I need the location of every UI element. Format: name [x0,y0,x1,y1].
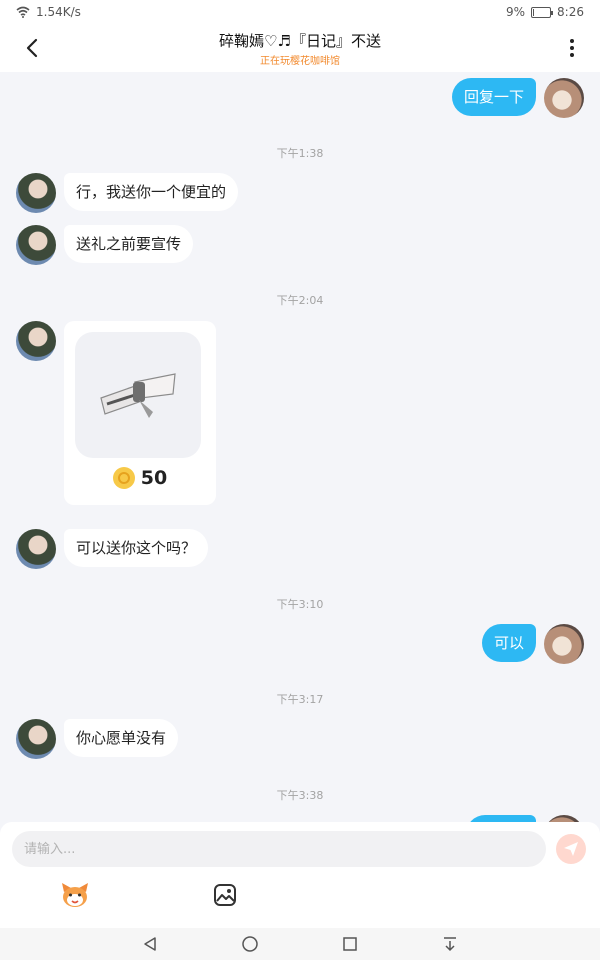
gift-price: 50 [64,467,216,489]
avatar-other[interactable] [16,529,56,569]
message-bubble-other[interactable]: 送礼之前要宣传 [64,225,194,263]
message-bubble-other[interactable]: 可以送你这个吗？ [64,529,209,567]
send-button[interactable] [556,834,586,864]
status-right: 9% 8:26 [506,5,584,19]
nav-back-button[interactable] [140,934,160,954]
avatar-other[interactable] [16,173,56,213]
nav-back-icon [144,937,156,951]
message-bubble-self-partial[interactable] [466,815,536,822]
message-bubble-self[interactable]: 回复一下 [451,78,536,116]
more-vertical-icon [570,39,574,43]
title-block: 碎鞠嫣♡♬『日记』不送 正在玩樱花咖啡馆 [219,30,381,67]
chevron-left-icon [26,38,38,58]
timestamp: 下午3:17 [276,693,324,706]
timestamp: 下午2:04 [276,294,324,307]
timestamp: 下午3:10 [276,598,324,611]
avatar-self[interactable] [544,624,584,664]
message-list[interactable]: 回复一下 下午1:38 行，我送你一个便宜的 送礼之前要宣传 下午2:04 50 [0,72,600,822]
message-bubble-other[interactable]: 行，我送你一个便宜的 [64,173,239,211]
coin-icon [112,467,135,489]
battery-percent: 9% [506,5,526,19]
wifi-icon [16,6,30,18]
chat-header: 碎鞠嫣♡♬『日记』不送 正在玩樱花咖啡馆 [0,24,600,72]
chat-subtitle: 正在玩樱花咖啡馆 [260,55,340,67]
timestamp: 下午3:38 [276,789,324,802]
chat-screen: 1.54K/s 9% 8:26 碎鞠嫣♡♬『日记』不送 正在玩樱花咖啡馆 回复一… [0,0,600,960]
gift-image [75,332,201,458]
avatar-other[interactable] [16,321,56,361]
message-bubble-self[interactable]: 可以 [481,624,536,662]
timestamp: 下午1:38 [276,147,324,160]
avatar-self[interactable] [544,78,584,118]
emoji-button[interactable] [60,880,90,910]
nav-notification-button[interactable] [440,934,460,954]
avatar-self[interactable] [544,815,584,822]
emoji-mascot-icon [62,883,88,907]
clock: 8:26 [557,5,584,19]
battery-fill [533,8,535,16]
gift-card[interactable]: 50 [64,321,216,505]
more-dot [570,46,574,50]
more-button[interactable] [558,34,586,62]
message-bubble-other[interactable]: 你心愿单没有 [64,719,179,757]
nav-recent-icon [343,937,357,951]
system-nav-bar [0,928,600,960]
nav-pulldown-icon [444,937,456,952]
gift-price-value: 50 [140,467,168,489]
send-icon [564,842,578,856]
status-left: 1.54K/s [16,5,81,19]
status-bar: 1.54K/s 9% 8:26 [0,0,600,24]
chat-title: 碎鞠嫣♡♬『日记』不送 [219,31,381,50]
image-icon [214,884,236,906]
nav-home-button[interactable] [240,934,260,954]
avatar-other[interactable] [16,719,56,759]
back-button[interactable] [18,34,46,62]
network-speed: 1.54K/s [36,5,81,19]
nav-home-icon [242,936,258,952]
bow-ribbon-icon [100,373,176,418]
composer [0,822,600,928]
message-input[interactable] [12,831,546,867]
battery-icon [531,6,554,18]
more-dot [570,53,574,57]
avatar-other[interactable] [16,225,56,265]
nav-recent-button[interactable] [340,934,360,954]
image-button[interactable] [211,881,239,909]
